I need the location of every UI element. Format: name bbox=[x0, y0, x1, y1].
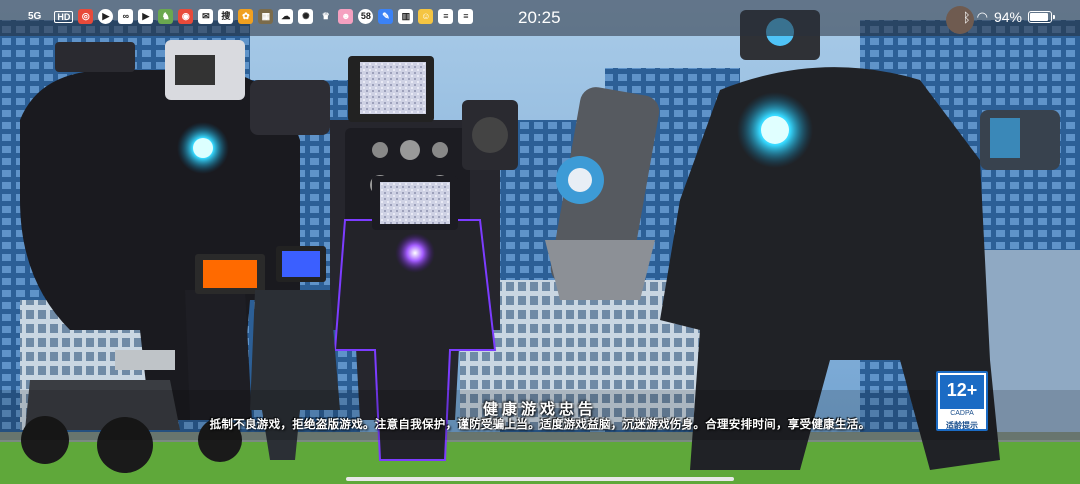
hd-voice-icon: HD bbox=[54, 10, 74, 23]
battery-icon bbox=[1028, 11, 1055, 23]
list-icon: ≡ bbox=[438, 9, 454, 24]
home-indicator[interactable] bbox=[346, 477, 734, 481]
play-icon: ▶ bbox=[138, 9, 154, 24]
age-rating-badge: 12+ CADPA 适龄提示 bbox=[936, 371, 988, 431]
notification-app-icon: ∞ bbox=[118, 9, 134, 24]
list-icon: ≡ bbox=[458, 9, 474, 24]
status-bar: 5G HD ◎ ▶ ∞ ▶ ♞ ◉ ✉ 搜 ✿ ▦ ☁ ✺ ♛ ☻ 58 ✎ ▥… bbox=[0, 0, 1080, 36]
battery-level bbox=[1030, 13, 1048, 21]
search-app-icon: 搜 bbox=[218, 9, 234, 24]
crown-icon: ♛ bbox=[321, 11, 330, 21]
battery-percent: 94% bbox=[993, 9, 1022, 25]
mail-icon: ✉ bbox=[198, 9, 214, 24]
age-rating-org: CADPA bbox=[950, 410, 974, 417]
notification-app-icon: ✎ bbox=[378, 9, 394, 24]
status-bar-clock: 20:25 bbox=[518, 8, 561, 27]
status-bar-right: ᛒ ◠ 94% bbox=[962, 9, 1055, 25]
notification-app-icon: ♞ bbox=[158, 9, 174, 24]
bluetooth-icon: ᛒ bbox=[962, 9, 971, 25]
notification-app-icon: ▦ bbox=[258, 9, 274, 24]
play-icon: ▶ bbox=[98, 9, 114, 24]
notification-app-icon: ✿ bbox=[238, 9, 254, 24]
status-bar-left: 5G HD ◎ ▶ ∞ ▶ ♞ ◉ ✉ 搜 ✿ ▦ ☁ ✺ ♛ ☻ 58 ✎ ▥… bbox=[28, 9, 474, 24]
age-rating-tip: 适龄提示 bbox=[946, 421, 978, 430]
notification-app-icon: ◎ bbox=[78, 9, 94, 24]
age-rating-number: 12+ bbox=[946, 380, 978, 400]
cellular-signal-icon: 5G bbox=[28, 10, 42, 22]
wifi-icon: ◠ bbox=[976, 9, 988, 24]
age-rating-panel: 12+ bbox=[940, 375, 984, 409]
health-notice-text: 抵制不良游戏，拒绝盗版游戏。注意自我保护，谨防受骗上当。适度游戏益脑，沉迷游戏伤… bbox=[209, 417, 871, 431]
notification-app-icon: ☺ bbox=[418, 9, 434, 24]
notification-app-icon: ✺ bbox=[298, 9, 314, 24]
notification-app-icon: ☁ bbox=[278, 9, 294, 24]
book-icon: ▥ bbox=[398, 9, 414, 24]
app-58-icon: 58 bbox=[358, 9, 374, 24]
notification-app-icon: ◉ bbox=[178, 9, 194, 24]
notification-app-icon: ☻ bbox=[338, 9, 354, 24]
